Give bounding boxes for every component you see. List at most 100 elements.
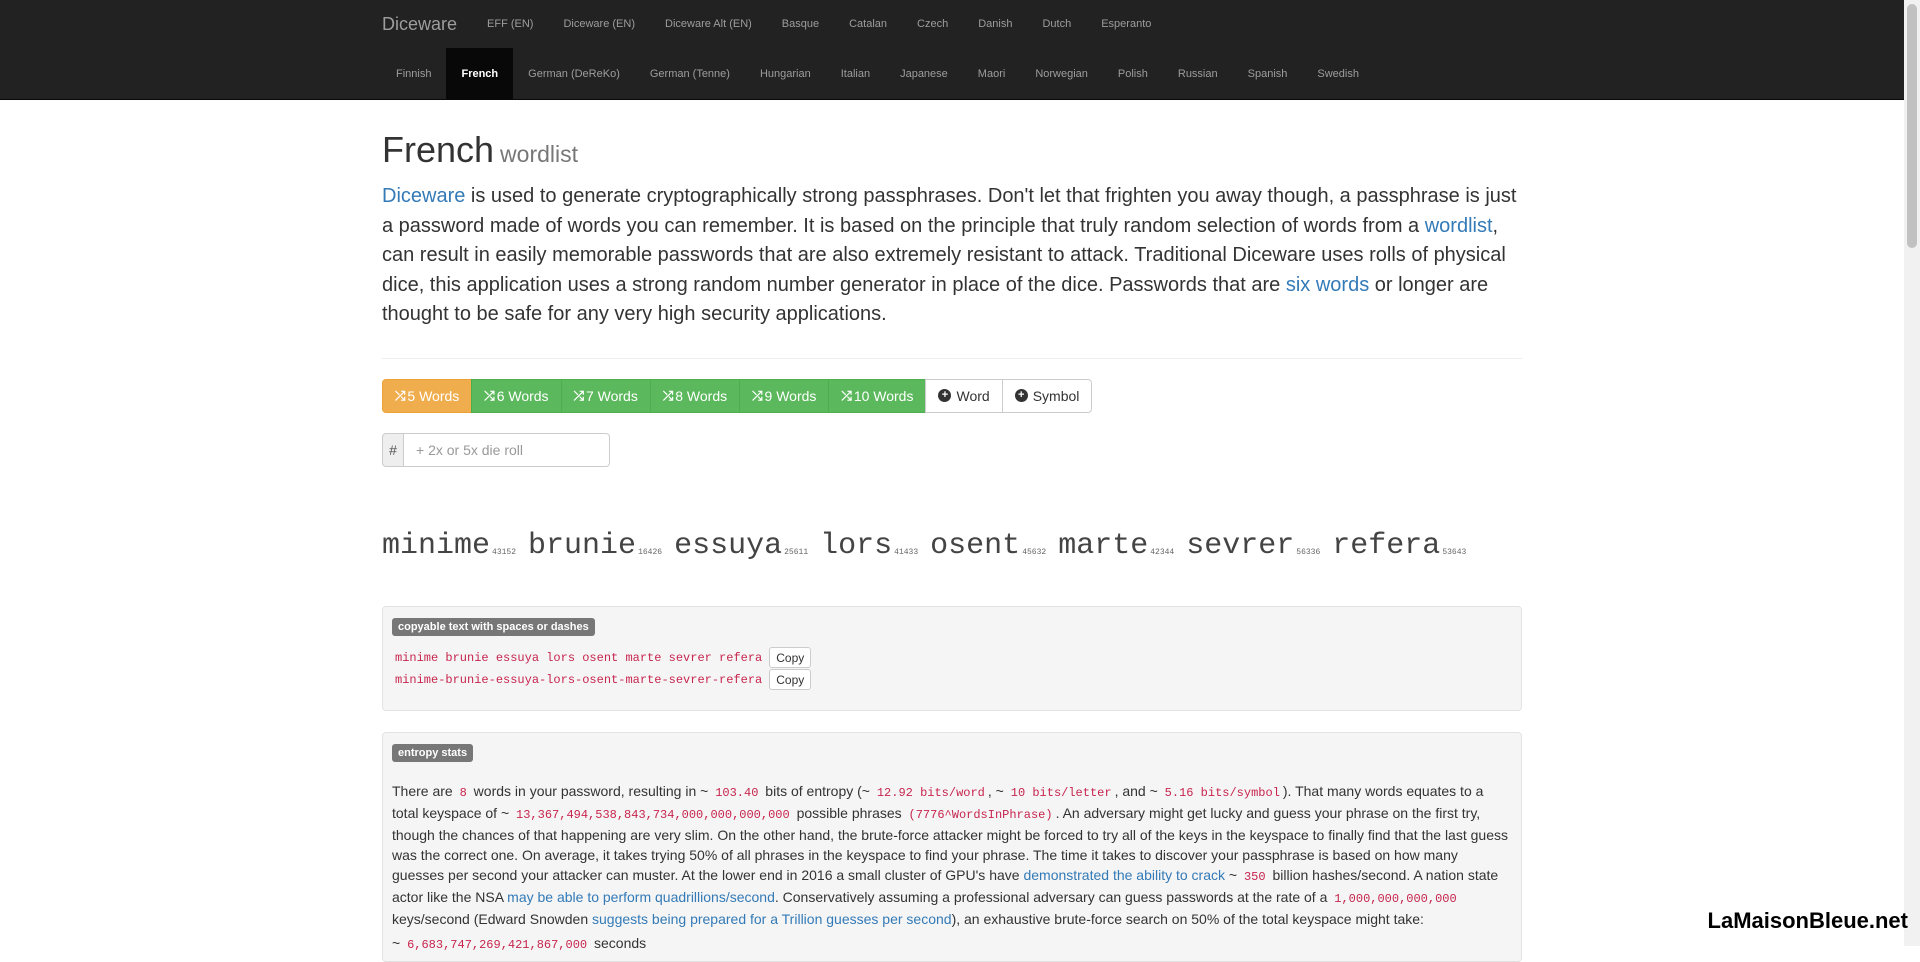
nav-item-eff-en[interactable]: EFF (EN) [472,0,548,48]
nav-item-swedish[interactable]: Swedish [1302,48,1374,99]
word-text: minime [382,528,491,563]
passphrase-with-spaces: minime brunie essuya lors osent marte se… [395,650,763,665]
word-text: lors [820,528,893,563]
nsa-quadrillions-link[interactable]: may be able to perform quadrillions/seco… [507,889,775,905]
navbar-row-2: Finnish French German (DeReKo) German (T… [382,48,1904,99]
generate-7-words-button[interactable]: ⤮ 7 Words [560,378,651,413]
word-text: sevrer [1186,528,1295,563]
generated-passphrase: minime 43152 brunie 16426 essuya 25611 lors… [382,519,1522,563]
six-words-link[interactable]: six words [1286,274,1369,296]
button-label: 6 Words [496,387,549,404]
entropy-text: words in your password, resulting in ~ [469,783,713,799]
diceware-link[interactable]: Diceware [382,185,465,207]
copyable-text-panel: copyable text with spaces or dashes mini… [382,606,1522,711]
navbar-row-1: Diceware EFF (EN) Diceware (EN) Diceware… [382,0,1904,48]
plus-circle-icon: + [938,389,952,402]
nav-item-norwegian[interactable]: Norwegian [1020,48,1103,99]
generate-9-words-button[interactable]: ⤮ 9 Words [739,378,830,413]
scrollbar-thumb[interactable] [1907,4,1917,248]
nav-item-japanese[interactable]: Japanese [885,48,963,99]
generate-5-words-button[interactable]: ⤮ 5 Words [382,378,473,413]
copy-spaces-button[interactable]: Copy [769,647,812,668]
watermark: LaMaisonBleue.net [1707,908,1908,933]
nav-item-basque[interactable]: Basque [767,0,834,48]
nav-item-russian[interactable]: Russian [1163,48,1233,99]
shuffle-icon: ⤮ [662,387,674,403]
nav-item-esperanto[interactable]: Esperanto [1086,0,1166,48]
top-navbar: Diceware EFF (EN) Diceware (EN) Diceware… [0,0,1904,100]
entropy-text: ), an exhaustive brute-force search on 5… [951,911,1424,927]
section-divider [382,357,1522,359]
word-text: osent [930,528,1021,563]
passphrase-word: sevrer 56336 [1186,529,1320,563]
seconds-estimate: ~ 6,683,747,269,421,867,000 seconds [392,935,646,952]
nav-item-diceware-alt-en[interactable]: Diceware Alt (EN) [650,0,767,48]
nav-item-finnish[interactable]: Finnish [382,48,446,99]
page-subtitle: wordlist [500,141,579,167]
passphrase-with-dashes: minime-brunie-essuya-lors-osent-marte-se… [395,672,763,687]
die-roll-input[interactable] [404,432,610,467]
entropy-text: ~ [392,935,405,951]
nav-item-spanish[interactable]: Spanish [1233,48,1303,99]
generate-10-words-button[interactable]: ⤮ 10 Words [828,378,927,413]
word-text: marte [1058,528,1149,563]
nav-item-german-dereko[interactable]: German (DeReKo) [513,48,635,99]
shuffle-icon: ⤮ [752,387,763,403]
add-word-button[interactable]: + Word [925,378,1003,413]
copy-dashes-button[interactable]: Copy [769,669,812,690]
bits-per-letter-value: 10 bits/letter [1010,786,1112,800]
intro-text-1: is used to generate cryptographically st… [382,185,1517,237]
button-label: Word [956,387,990,404]
hashes-value: 350 [1243,870,1266,884]
nav-item-italian[interactable]: Italian [826,48,885,99]
add-symbol-button[interactable]: + Symbol [1001,378,1093,413]
nav-item-danish[interactable]: Danish [963,0,1027,48]
die-roll-number: 53643 [1442,547,1467,557]
crack-ability-link[interactable]: demonstrated the ability to crack [1023,867,1225,883]
passphrase-word: marte 42344 [1058,529,1174,563]
nav-item-french[interactable]: French [446,48,514,99]
passphrase-word: minime 43152 [382,529,516,563]
word-text: refera [1332,528,1441,563]
keyspace-formula: (7776^WordsInPhrase) [908,808,1053,822]
keyspace-value: 13,367,494,538,843,734,000,000,000,000 [516,808,790,822]
button-label: 10 Words [853,387,914,404]
generate-8-words-button[interactable]: ⤮ 8 Words [649,378,741,413]
nav-item-czech[interactable]: Czech [902,0,963,48]
generate-6-words-button[interactable]: ⤮ 6 Words [471,378,562,413]
nav-item-polish[interactable]: Polish [1103,48,1163,99]
nav-item-maori[interactable]: Maori [963,48,1021,99]
die-roll-number: 16426 [638,547,663,557]
passphrase-word: brunie 16426 [528,529,662,563]
copy-line-spaces: minime brunie essuya lors osent marte se… [395,647,812,668]
word-count-button-group: ⤮ 5 Words ⤮ 6 Words ⤮ 7 Words ⤮ 8 Words ⤮ 9 W… [382,378,1522,413]
entropy-text: seconds [590,935,647,951]
nav-item-catalan[interactable]: Catalan [834,0,902,48]
entropy-text: , ~ [987,783,1008,799]
guess-rate-value: 1,000,000,000,000 [1334,892,1457,906]
word-text: brunie [528,528,637,563]
entropy-text: keys/second (Edward Snowden [392,911,592,927]
seconds-value: 6,683,747,269,421,867,000 [407,938,588,952]
die-roll-number: 43152 [492,547,517,557]
nav-item-german-tenne[interactable]: German (Tenne) [635,48,745,99]
nav-item-diceware-en[interactable]: Diceware (EN) [548,0,650,48]
page-title-text: French [382,129,495,170]
nav-item-dutch[interactable]: Dutch [1027,0,1086,48]
entropy-text: bits of entropy (~ [761,783,874,799]
snowden-trillion-link[interactable]: suggests being prepared for a Trillion g… [592,911,952,927]
plus-circle-icon: + [1014,389,1028,402]
navbar-brand[interactable]: Diceware [382,14,457,35]
shuffle-icon: ⤮ [841,387,852,403]
button-label: 5 Words [407,387,460,404]
die-roll-input-group: # [382,432,610,467]
entropy-stats-panel: entropy stats There are 8 words in your … [382,732,1522,962]
bits-per-word-value: 12.92 bits/word [876,786,985,800]
entropy-stats-label: entropy stats [392,744,474,762]
nav-item-hungarian[interactable]: Hungarian [745,48,826,99]
wordlist-link[interactable]: wordlist [1425,215,1493,237]
button-label: 9 Words [764,387,817,404]
entropy-description: There are 8 words in your password, resu… [392,781,1512,929]
page-scrollbar[interactable] [1904,0,1920,946]
copy-line-dashes: minime-brunie-essuya-lors-osent-marte-se… [395,669,812,690]
